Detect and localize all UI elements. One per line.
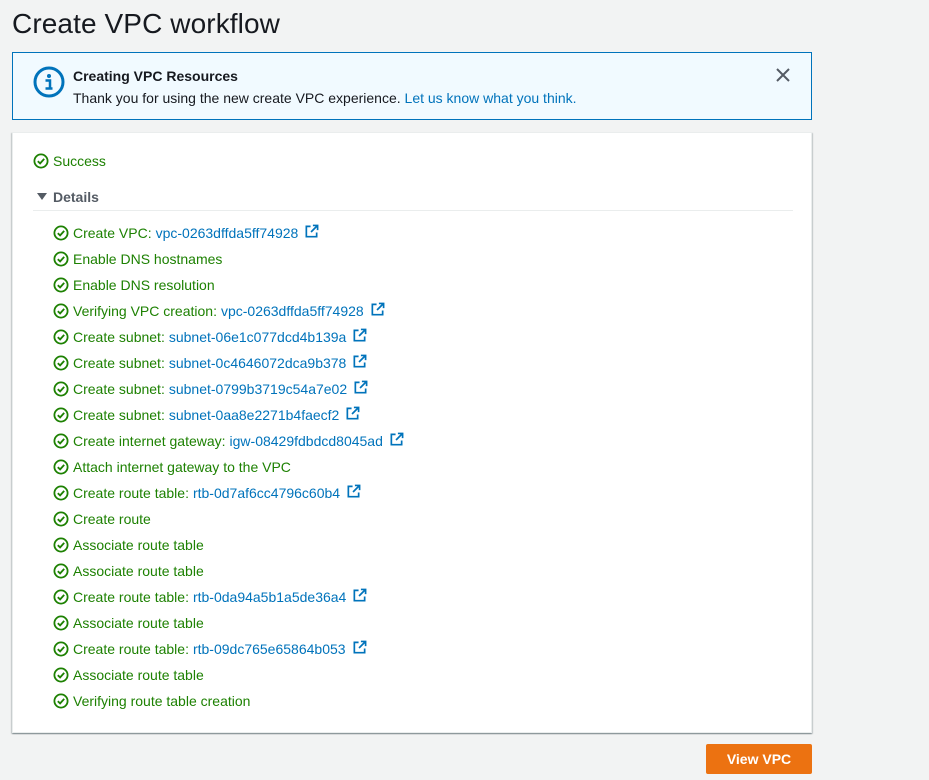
check-circle-icon [53, 511, 69, 527]
step-label: Create subnet: [73, 329, 165, 345]
resource-link[interactable]: rtb-09dc765e65864b053 [193, 641, 346, 657]
resource-link[interactable]: rtb-0d7af6cc4796c60b4 [193, 485, 340, 501]
step-label: Create subnet: [73, 407, 165, 423]
flash-message-text: Thank you for using the new create VPC e… [73, 90, 401, 106]
step-label: Create subnet: [73, 355, 165, 371]
info-flash-banner: Creating VPC Resources Thank you for usi… [12, 52, 812, 120]
details-expander[interactable]: Details [33, 189, 793, 211]
check-circle-icon [33, 153, 49, 169]
workflow-step: Create route table: rtb-0da94a5b1a5de36a4 [53, 584, 404, 610]
resource-link[interactable]: subnet-0799b3719c54a7e02 [169, 381, 347, 397]
resource-link[interactable]: subnet-06e1c077dcd4b139a [169, 329, 347, 345]
check-circle-icon [53, 537, 69, 553]
step-label: Create route table: [73, 485, 189, 501]
check-circle-icon [53, 277, 69, 293]
workflow-step: Associate route table [53, 532, 404, 558]
close-icon[interactable] [775, 67, 791, 83]
external-link-icon[interactable] [352, 588, 367, 603]
workflow-step: Create subnet: subnet-0799b3719c54a7e02 [53, 376, 404, 402]
step-label: Create route [73, 511, 151, 527]
flash-title: Creating VPC Resources [73, 68, 238, 84]
check-circle-icon [53, 563, 69, 579]
step-label: Attach internet gateway to the VPC [73, 459, 291, 475]
resource-link[interactable]: rtb-0da94a5b1a5de36a4 [193, 589, 346, 605]
step-label: Create subnet: [73, 381, 165, 397]
step-label: Verifying VPC creation: [73, 303, 217, 319]
step-label: Verifying route table creation [73, 693, 251, 709]
step-label: Create route table: [73, 641, 189, 657]
workflow-step: Create VPC: vpc-0263dffda5ff74928 [53, 220, 404, 246]
workflow-step: Associate route table [53, 610, 404, 636]
workflow-step: Attach internet gateway to the VPC [53, 454, 404, 480]
external-link-icon[interactable] [353, 380, 368, 395]
external-link-icon[interactable] [346, 484, 361, 499]
step-label: Associate route table [73, 563, 204, 579]
check-circle-icon [53, 485, 69, 501]
check-circle-icon [53, 459, 69, 475]
resource-link[interactable]: igw-08429fdbdcd8045ad [230, 433, 383, 449]
step-label: Create internet gateway: [73, 433, 226, 449]
check-circle-icon [53, 615, 69, 631]
workflow-step: Create subnet: subnet-0c4646072dca9b378 [53, 350, 404, 376]
check-circle-icon [53, 693, 69, 709]
step-label: Enable DNS resolution [73, 277, 215, 293]
step-label: Create route table: [73, 589, 189, 605]
workflow-step: Create subnet: subnet-06e1c077dcd4b139a [53, 324, 404, 350]
external-link-icon[interactable] [304, 224, 319, 239]
check-circle-icon [53, 355, 69, 371]
workflow-step: Create subnet: subnet-0aa8e2271b4faecf2 [53, 402, 404, 428]
external-link-icon[interactable] [352, 328, 367, 343]
workflow-step: Enable DNS resolution [53, 272, 404, 298]
workflow-step: Associate route table [53, 558, 404, 584]
resource-link[interactable]: vpc-0263dffda5ff74928 [221, 303, 364, 319]
check-circle-icon [53, 407, 69, 423]
info-icon [33, 66, 65, 98]
workflow-step: Create route table: rtb-0d7af6cc4796c60b4 [53, 480, 404, 506]
view-vpc-button[interactable]: View VPC [706, 744, 812, 774]
check-circle-icon [53, 667, 69, 683]
workflow-step: Create internet gateway: igw-08429fdbdcd8… [53, 428, 404, 454]
step-label: Associate route table [73, 537, 204, 553]
external-link-icon[interactable] [370, 302, 385, 317]
check-circle-icon [53, 251, 69, 267]
resource-link[interactable]: subnet-0c4646072dca9b378 [169, 355, 347, 371]
workflow-step: Verifying VPC creation: vpc-0263dffda5ff7… [53, 298, 404, 324]
resource-link[interactable]: vpc-0263dffda5ff74928 [156, 225, 299, 241]
feedback-link[interactable]: Let us know what you think. [405, 90, 577, 106]
steps-list: Create VPC: vpc-0263dffda5ff74928 Enable D… [53, 220, 404, 714]
success-status: Success [33, 153, 106, 169]
workflow-status-panel: Success Details Create VPC: vpc-0263dffda… [12, 132, 812, 733]
external-link-icon[interactable] [352, 640, 367, 655]
caret-down-icon [37, 193, 47, 200]
external-link-icon[interactable] [352, 354, 367, 369]
step-label: Associate route table [73, 615, 204, 631]
workflow-step: Associate route table [53, 662, 404, 688]
external-link-icon[interactable] [345, 406, 360, 421]
check-circle-icon [53, 329, 69, 345]
check-circle-icon [53, 303, 69, 319]
external-link-icon[interactable] [389, 432, 404, 447]
details-label: Details [53, 189, 99, 205]
workflow-step: Create route table: rtb-09dc765e65864b053 [53, 636, 404, 662]
status-label: Success [53, 153, 106, 169]
step-label: Enable DNS hostnames [73, 251, 223, 267]
workflow-step: Enable DNS hostnames [53, 246, 404, 272]
check-circle-icon [53, 433, 69, 449]
check-circle-icon [53, 381, 69, 397]
flash-message: Thank you for using the new create VPC e… [73, 90, 577, 106]
check-circle-icon [53, 641, 69, 657]
page-title: Create VPC workflow [12, 8, 280, 39]
resource-link[interactable]: subnet-0aa8e2271b4faecf2 [169, 407, 339, 423]
workflow-step: Verifying route table creation [53, 688, 404, 714]
check-circle-icon [53, 225, 69, 241]
check-circle-icon [53, 589, 69, 605]
step-label: Associate route table [73, 667, 204, 683]
step-label: Create VPC: [73, 225, 152, 241]
workflow-step: Create route [53, 506, 404, 532]
